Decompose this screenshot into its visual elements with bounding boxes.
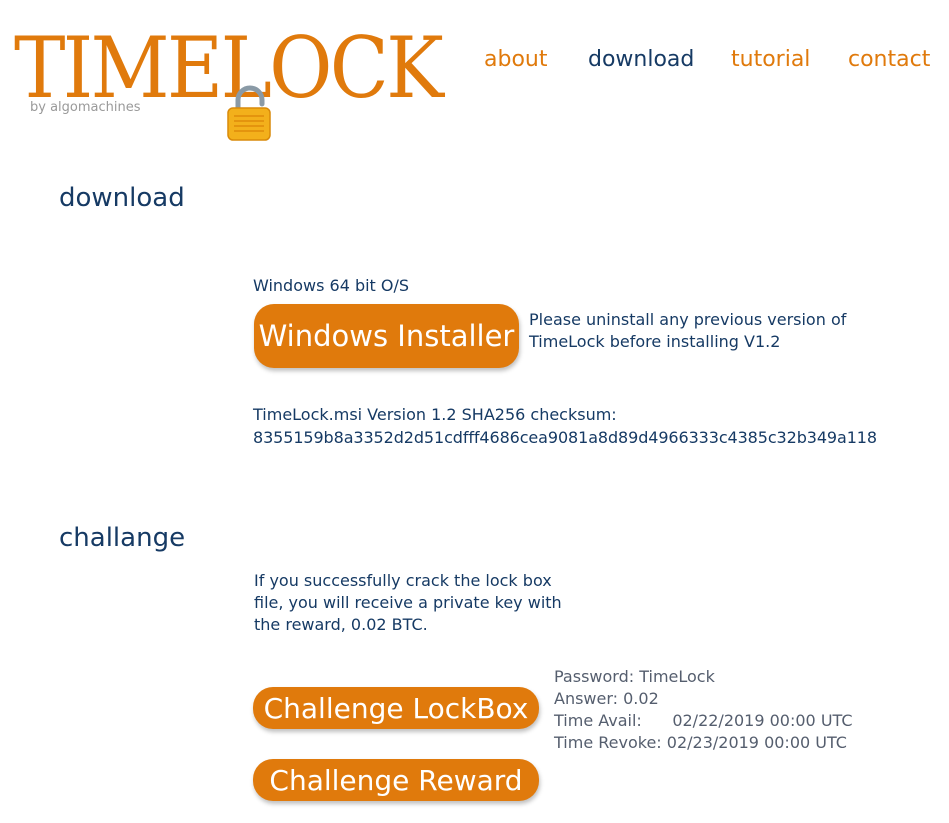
password-info: Password: TimeLock: [554, 667, 715, 686]
challange-description: If you successfully crack the lock box f…: [254, 571, 562, 634]
os-label: Windows 64 bit O/S: [253, 276, 410, 295]
nav-tutorial-link[interactable]: tutorial: [731, 47, 810, 72]
time-avail-info: Time Avail: 02/22/2019 00:00 UTC: [554, 711, 853, 730]
challenge-info: Password: TimeLock Answer: 0.02 Time Ava…: [554, 666, 853, 754]
checksum-value: 8355159b8a3352d2d51cdfff4686cea9081a8d89…: [253, 428, 877, 447]
download-section-title: download: [59, 183, 185, 213]
time-revoke-info: Time Revoke: 02/23/2019 00:00 UTC: [554, 733, 847, 752]
challenge-lockbox-button[interactable]: Challenge LockBox: [253, 687, 539, 729]
windows-installer-button[interactable]: Windows Installer: [254, 304, 519, 368]
checksum-label: TimeLock.msi Version 1.2 SHA256 checksum…: [253, 405, 617, 424]
nav-contact-link[interactable]: contact: [848, 47, 930, 72]
logo-tagline: by algomachines: [30, 100, 141, 115]
answer-info: Answer: 0.02: [554, 689, 659, 708]
main-nav: about download tutorial contact: [0, 47, 949, 81]
padlock-icon: [227, 85, 271, 141]
logo[interactable]: TIMELOCK by algomachines: [14, 24, 444, 144]
uninstall-note: Please uninstall any previous version of…: [529, 310, 847, 351]
nav-download-link[interactable]: download: [588, 47, 694, 72]
nav-about-link[interactable]: about: [484, 47, 547, 72]
challange-section-title: challange: [59, 523, 186, 553]
challenge-reward-button[interactable]: Challenge Reward: [253, 759, 539, 801]
